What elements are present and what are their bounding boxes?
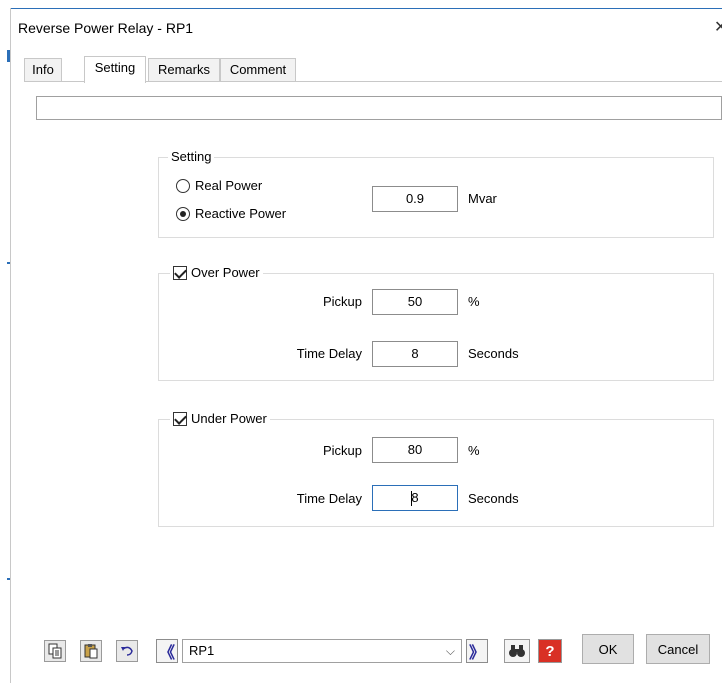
find-button[interactable] (504, 639, 530, 663)
binoculars-icon (509, 645, 525, 657)
copy-icon (48, 643, 62, 659)
next-button[interactable]: 》 (466, 639, 488, 663)
undo-button[interactable] (116, 640, 138, 662)
edge-marker (7, 50, 10, 62)
over-power-delay-label: Time Delay (296, 346, 362, 361)
paste-icon (84, 644, 98, 659)
setting-group-title: Setting (168, 149, 215, 164)
tab-info[interactable]: Info (24, 58, 62, 82)
under-power-delay-unit: Seconds (468, 491, 519, 506)
edge-marker (7, 578, 10, 580)
setting-value-field[interactable]: 0.9 (372, 186, 458, 212)
tab-comment[interactable]: Comment (220, 58, 296, 82)
over-power-checkbox[interactable] (173, 265, 187, 280)
under-power-pickup-label: Pickup (322, 443, 362, 458)
help-button[interactable]: ? (538, 639, 562, 663)
window-title: Reverse Power Relay - RP1 (18, 20, 194, 36)
tab-remarks[interactable]: Remarks (148, 58, 220, 82)
over-power-pickup-field[interactable]: 50 (372, 289, 458, 315)
help-icon: ? (545, 642, 555, 660)
chevron-right-icon: 》 (468, 645, 485, 662)
under-power-label: Under Power (191, 411, 267, 426)
radio-reactive-power-circle[interactable] (176, 206, 190, 221)
over-power-pickup-label: Pickup (322, 294, 362, 309)
paste-button[interactable] (80, 640, 102, 662)
over-power-pickup-unit: % (468, 294, 480, 309)
over-power-header[interactable]: Over Power (170, 265, 263, 280)
radio-real-power-label: Real Power (195, 178, 263, 193)
cancel-button[interactable]: Cancel (646, 634, 710, 664)
under-power-checkbox[interactable] (173, 411, 187, 426)
copy-button[interactable] (44, 640, 66, 662)
edge-marker (7, 262, 10, 264)
under-power-delay-label: Time Delay (296, 491, 362, 506)
radio-reactive-power-label: Reactive Power (195, 206, 287, 221)
id-field[interactable] (36, 96, 722, 120)
setting-group-label: Setting (171, 149, 212, 164)
previous-button[interactable]: 《 (156, 639, 178, 663)
chevron-down-icon: ⌵ (445, 644, 455, 658)
chevron-left-icon: 《 (158, 645, 175, 662)
tab-setting[interactable]: Setting (84, 56, 146, 83)
radio-reactive-power[interactable]: Reactive Power (176, 206, 286, 221)
element-select-value: RP1 (189, 643, 215, 658)
radio-real-power[interactable]: Real Power (176, 178, 262, 193)
over-power-delay-unit: Seconds (468, 346, 519, 361)
over-power-delay-field[interactable]: 8 (372, 341, 458, 367)
setting-unit: Mvar (468, 191, 497, 206)
window-top-border (10, 8, 722, 9)
window-left-border (10, 8, 11, 683)
close-icon[interactable]: ✕ (714, 17, 722, 37)
under-power-pickup-unit: % (468, 443, 480, 458)
under-power-delay-field[interactable]: 8 (372, 485, 458, 511)
element-select[interactable]: RP1 ⌵ (182, 639, 462, 663)
radio-real-power-circle[interactable] (176, 178, 190, 193)
undo-icon (121, 646, 133, 656)
under-power-header[interactable]: Under Power (170, 411, 270, 426)
under-power-pickup-field[interactable]: 80 (372, 437, 458, 463)
ok-button[interactable]: OK (582, 634, 634, 664)
over-power-label: Over Power (191, 265, 260, 280)
under-power-delay-value: 8 (411, 490, 419, 505)
